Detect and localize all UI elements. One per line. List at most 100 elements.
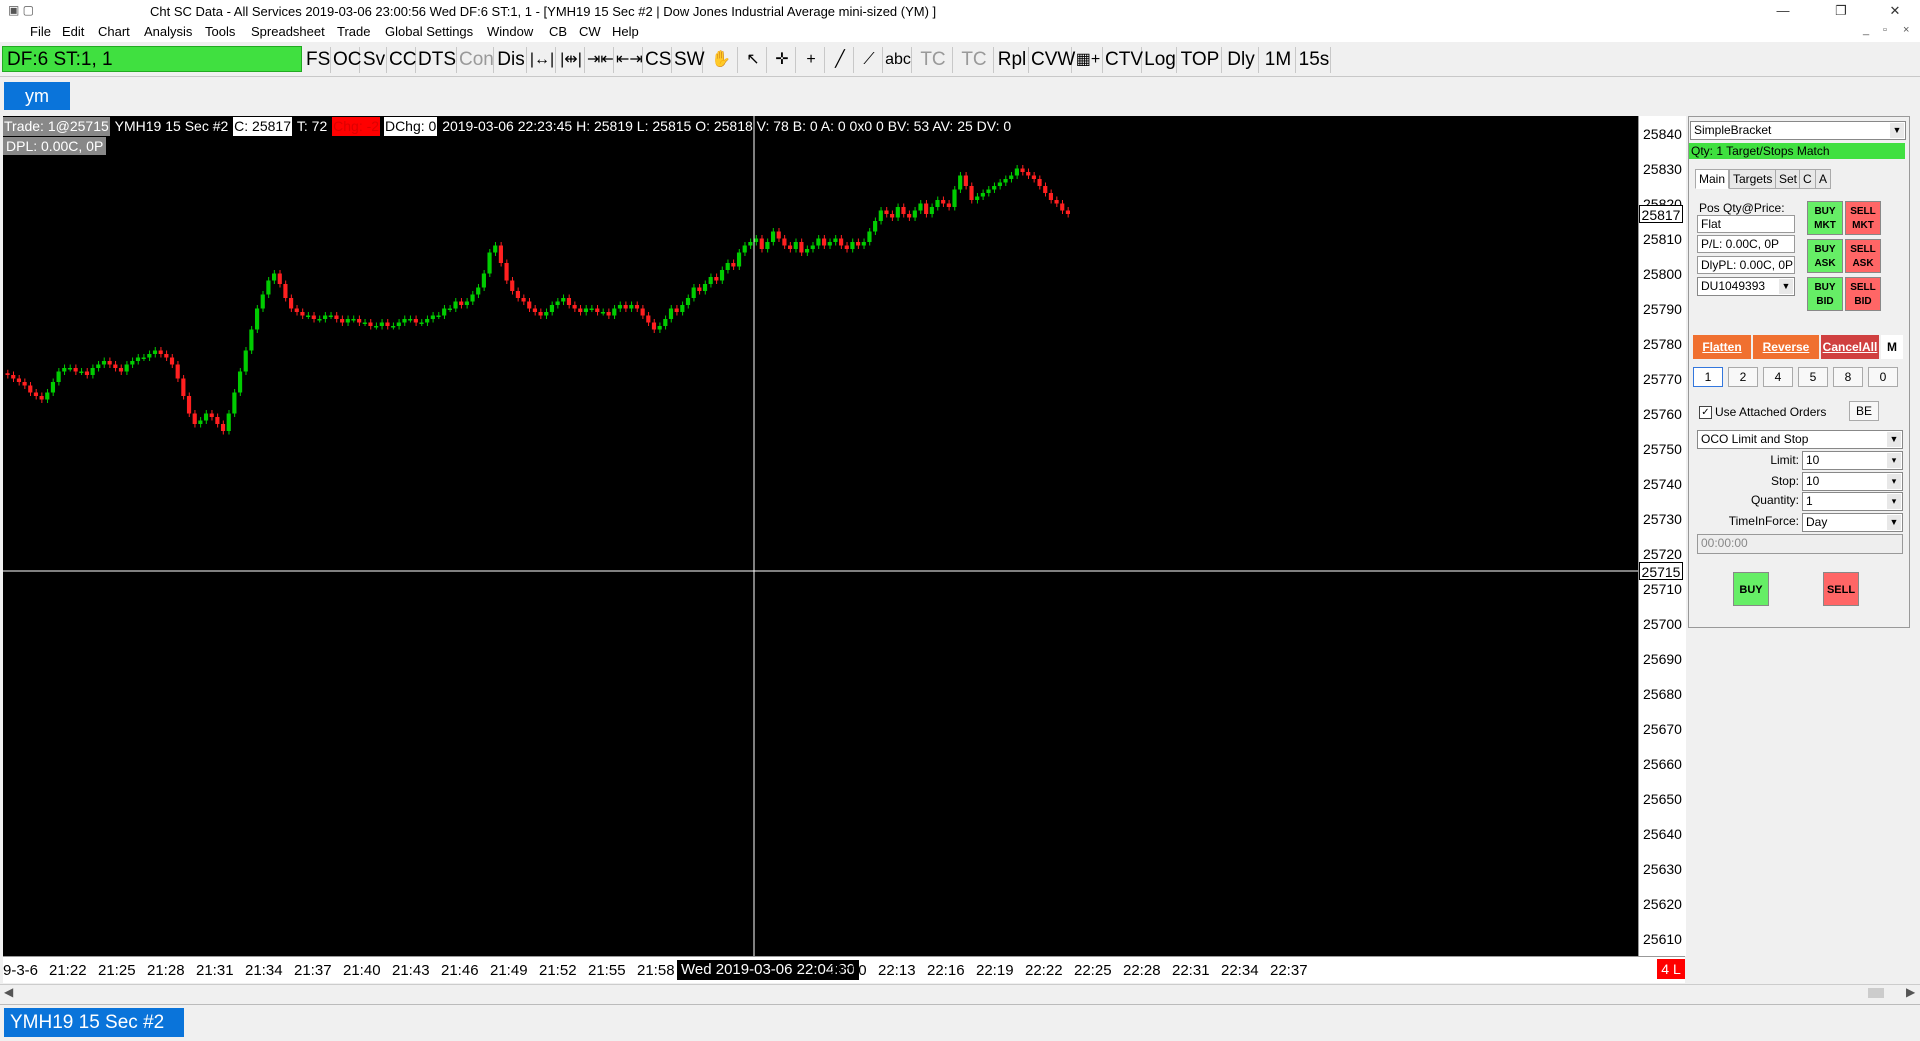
candle <box>107 357 112 368</box>
cancel-all-button[interactable]: CancelAll <box>1821 335 1879 359</box>
menu-edit[interactable]: Edit <box>62 24 84 39</box>
toolbar-button-10[interactable]: ⇤⇥ <box>616 47 643 73</box>
mdi-restore-button[interactable]: ▫ <box>1883 24 1887 36</box>
toolbar-button-9[interactable]: ⇥⇤ <box>587 47 614 73</box>
menu-analysis[interactable]: Analysis <box>144 24 192 39</box>
qty-button-4[interactable]: 4 <box>1763 367 1793 387</box>
qty-button-8[interactable]: 8 <box>1833 367 1863 387</box>
buy-ask-button[interactable]: BUY ASK <box>1807 239 1843 273</box>
spinner-icon[interactable]: ▾ <box>1887 474 1901 489</box>
toolbar-button-14[interactable]: ↖ <box>740 47 767 73</box>
candle-body <box>640 308 645 316</box>
candle <box>254 305 260 333</box>
time-scale[interactable]: Wed 2019-03-06 22:04:30 4 L 9-3-6 21:22 21… <box>3 956 1685 983</box>
minimize-button[interactable]: — <box>1760 0 1806 22</box>
toolbar-button-2[interactable]: Sv <box>362 47 387 73</box>
toolbar-button-3[interactable]: CC <box>389 47 416 73</box>
toolbar-button-20[interactable]: TC 1 <box>914 47 953 96</box>
toolbar-button-6[interactable]: Dis <box>496 47 527 73</box>
toolbar-button-24[interactable]: ▦+ <box>1074 47 1103 73</box>
buy-button[interactable]: BUY <box>1733 572 1769 606</box>
close-button[interactable]: ✕ <box>1872 0 1918 22</box>
price-scale[interactable]: 25840 25830 25820 25810 25800 25790 25780 25770… <box>1638 116 1686 956</box>
qty-button-2[interactable]: 2 <box>1728 367 1758 387</box>
menu-cb[interactable]: CB <box>549 24 567 39</box>
candle <box>22 378 27 389</box>
tab-c[interactable]: C <box>1799 169 1816 189</box>
toolbar-button-15[interactable]: ✛ <box>769 47 796 73</box>
spinner-icon[interactable]: ▾ <box>1887 453 1901 468</box>
toolbar-button-13[interactable]: ✋ <box>705 47 738 73</box>
menu-chart[interactable]: Chart <box>98 24 130 39</box>
tab-a[interactable]: A <box>1815 169 1832 189</box>
toolbar-button-28[interactable]: Dly <box>1224 47 1259 73</box>
scroll-right-icon[interactable]: ▶ <box>1906 985 1915 999</box>
menu-help[interactable]: Help <box>612 24 639 39</box>
toolbar-button-19[interactable]: abc <box>885 47 912 73</box>
toolbar-button-12[interactable]: SW <box>674 47 705 73</box>
toolbar-button-7[interactable]: |↔| <box>529 47 556 73</box>
mdi-close-button[interactable]: × <box>1903 24 1909 36</box>
quantity-input[interactable]: 1 ▾ <box>1802 492 1903 511</box>
sell-ask-button[interactable]: SELL ASK <box>1845 239 1881 273</box>
horizontal-scrollbar[interactable]: ◀ ▶ <box>0 984 1920 1001</box>
toolbar-button-21[interactable]: TC 2 <box>955 47 994 96</box>
buy-bid-button[interactable]: BUY BID <box>1807 277 1843 311</box>
menu-cw[interactable]: CW <box>579 24 601 39</box>
maximize-button[interactable]: ❐ <box>1818 0 1864 22</box>
use-attached-checkbox[interactable]: ✓ <box>1699 406 1712 419</box>
candle-body <box>901 207 906 214</box>
sell-button[interactable]: SELL <box>1823 572 1859 606</box>
reverse-button[interactable]: Reverse <box>1753 335 1819 359</box>
strategy-select[interactable]: SimpleBracket ▼ <box>1690 121 1906 140</box>
toolbar-button-30[interactable]: 15s <box>1298 47 1331 73</box>
account-select[interactable]: DU1049393 ▼ <box>1697 277 1795 296</box>
stop-input[interactable]: 10 ▾ <box>1802 472 1903 491</box>
limit-input[interactable]: 10 ▾ <box>1802 451 1903 470</box>
toolbar-button-4[interactable]: DTS <box>418 47 457 73</box>
qty-button-1[interactable]: 1 <box>1693 367 1723 387</box>
tab-main[interactable]: Main <box>1695 169 1730 189</box>
toolbar-button-27[interactable]: TOP <box>1179 47 1222 73</box>
tab-set[interactable]: Set <box>1775 169 1802 189</box>
tab-targets[interactable]: Targets <box>1729 169 1777 189</box>
flatten-button[interactable]: Flatten <box>1693 335 1751 359</box>
qty-button-5[interactable]: 5 <box>1798 367 1828 387</box>
qty-button-0[interactable]: 0 <box>1868 367 1898 387</box>
toolbar-button-5[interactable]: Con <box>459 47 494 73</box>
toolbar-button-25[interactable]: CTV <box>1105 47 1143 73</box>
time-in-force-select[interactable]: Day ▼ <box>1802 513 1903 532</box>
menu-trade[interactable]: Trade <box>337 24 370 39</box>
mdi-minimize-button[interactable]: _ <box>1863 24 1869 36</box>
attached-order-type-select[interactable]: OCO Limit and Stop ▼ <box>1697 430 1903 449</box>
toolbar-button-8[interactable]: |⇹| <box>558 47 585 73</box>
toolbar-button-22[interactable]: Rpl <box>996 47 1029 73</box>
price-chart[interactable] <box>3 116 1638 956</box>
scroll-thumb[interactable] <box>1868 988 1884 998</box>
toolbar-button-29[interactable]: 1M <box>1261 47 1296 73</box>
chart-window-tab[interactable]: YMH19 15 Sec #2 <box>4 1008 184 1037</box>
sell-market-button[interactable]: SELL MKT <box>1845 201 1881 235</box>
spinner-icon[interactable]: ▾ <box>1887 494 1901 509</box>
menu-tools[interactable]: Tools <box>205 24 235 39</box>
toolbar-button-11[interactable]: CS <box>645 47 672 73</box>
toolbar-button-1[interactable]: OC <box>333 47 362 73</box>
m-button[interactable]: M <box>1881 335 1903 359</box>
menu-global-settings[interactable]: Global Settings <box>385 24 473 39</box>
scroll-left-icon[interactable]: ◀ <box>4 985 13 999</box>
be-button[interactable]: BE <box>1849 401 1879 421</box>
toolbar-button-18[interactable]: ⟋ <box>856 47 883 73</box>
chart-tab-ym[interactable]: ym <box>4 82 70 110</box>
chart-area[interactable]: Trade: 1@25715 YMH19 15 Sec #2 C: 25817 … <box>3 116 1686 983</box>
buy-market-button[interactable]: BUY MKT <box>1807 201 1843 235</box>
toolbar-button-26[interactable]: Log <box>1144 47 1177 73</box>
toolbar-button-16[interactable]: + <box>798 47 825 73</box>
toolbar-button-17[interactable]: ╱ <box>827 47 854 73</box>
candle <box>56 368 61 386</box>
toolbar-button-0[interactable]: FS <box>306 47 331 73</box>
toolbar-button-23[interactable]: CVW <box>1031 47 1075 73</box>
menu-window[interactable]: Window <box>487 24 533 39</box>
sell-bid-button[interactable]: SELL BID <box>1845 277 1881 311</box>
menu-file[interactable]: File <box>30 24 51 39</box>
menu-spreadsheet[interactable]: Spreadsheet <box>251 24 325 39</box>
